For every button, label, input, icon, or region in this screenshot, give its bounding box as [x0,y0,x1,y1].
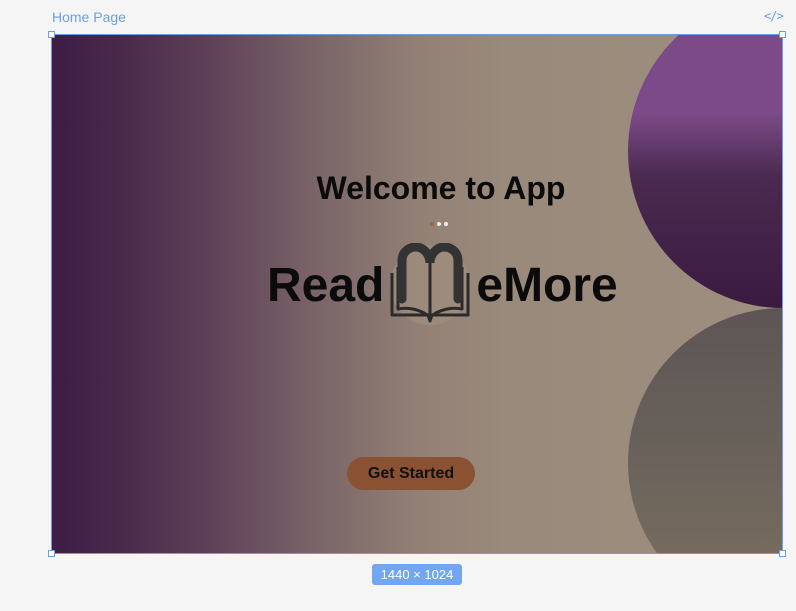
frame-size-badge: 1440 × 1024 [372,564,462,585]
open-book-m-icon [390,243,471,325]
resize-handle-top-right[interactable] [779,31,786,38]
resize-handle-bottom-left[interactable] [48,550,55,557]
decorative-circle-bottom [628,308,783,554]
pager-dots [430,222,448,226]
frame-name-label[interactable]: Home Page [52,9,126,25]
pager-dot[interactable] [444,222,448,226]
resize-handle-bottom-right[interactable] [779,550,786,557]
resize-handle-top-left[interactable] [48,31,55,38]
brand-word-right: eMore [476,258,618,312]
get-started-button[interactable]: Get Started [347,457,475,490]
page-title: Welcome to App [316,170,566,206]
pager-dot[interactable] [430,222,434,226]
brand-word-left: Read [267,258,385,312]
pager-dot[interactable] [437,222,441,226]
app-logo: Read eMore [267,240,618,330]
home-page-frame: Welcome to App Read eMore Get Started [51,34,783,554]
code-icon[interactable]: </> [764,9,784,23]
